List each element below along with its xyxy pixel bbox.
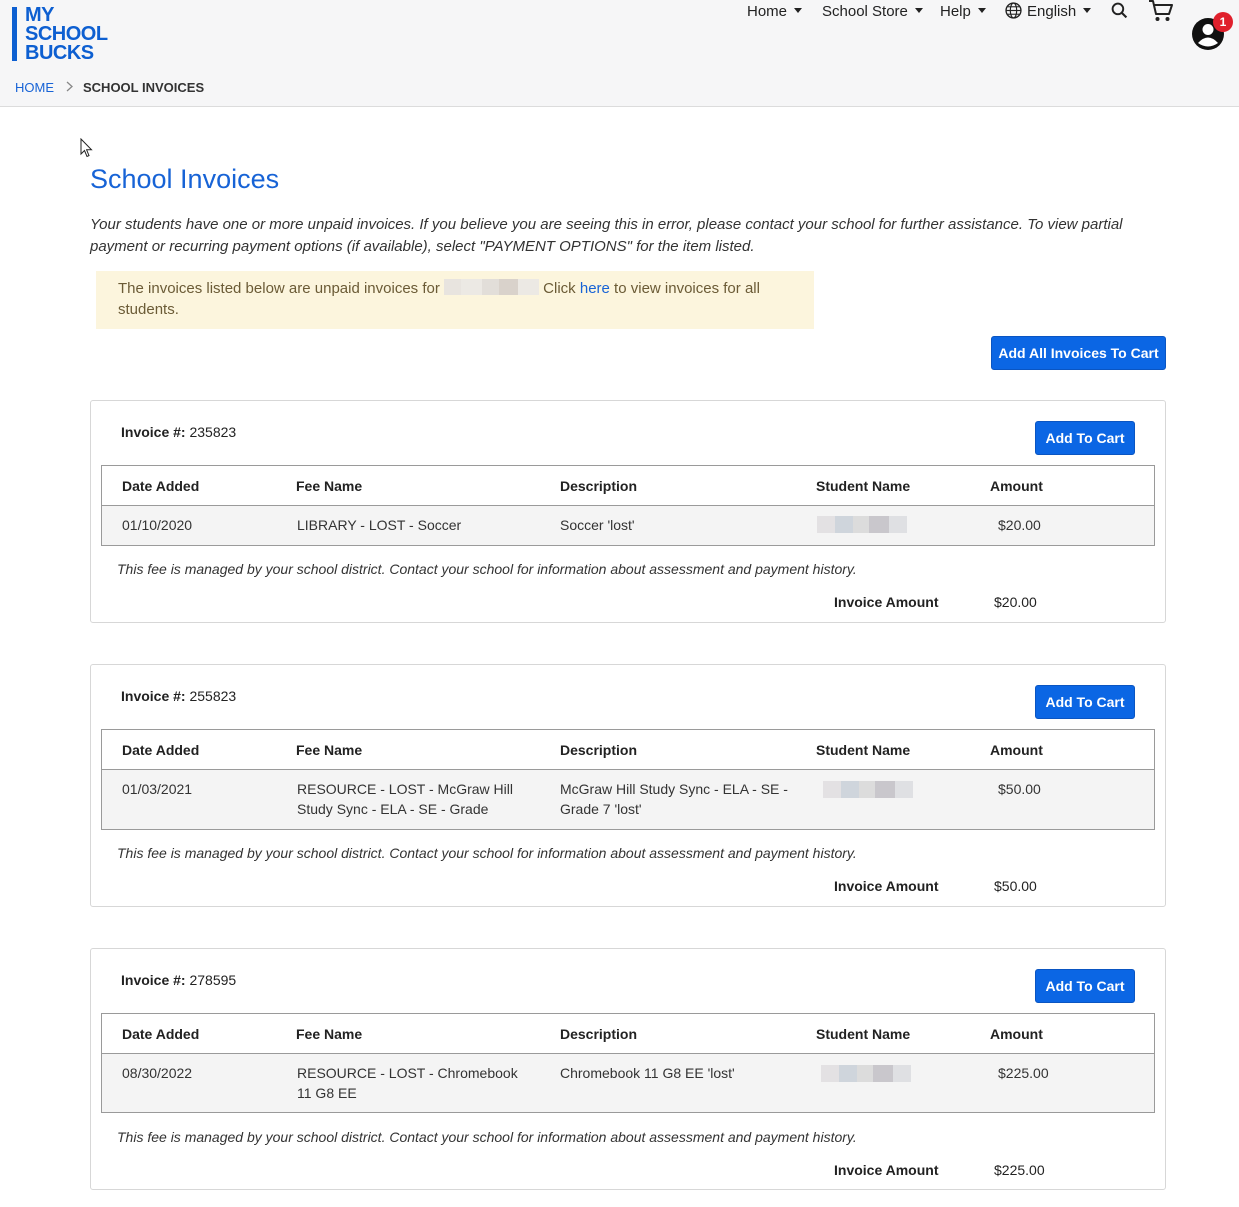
- nav-school-store[interactable]: School Store: [822, 0, 923, 26]
- column-amount: Amount: [990, 742, 1043, 758]
- chevron-down-icon: [1083, 8, 1092, 13]
- notification-badge: 1: [1213, 12, 1233, 32]
- invoice-amount-label: Invoice Amount: [834, 1162, 939, 1178]
- invoice-number: Invoice #: 255823: [121, 688, 236, 704]
- invoice-number-label: Invoice #:: [121, 972, 186, 988]
- notice-text: The invoices listed below are unpaid inv…: [118, 280, 440, 297]
- table-row: 08/30/2022 RESOURCE - LOST - Chromebook …: [102, 1054, 1154, 1112]
- district-fee-note: This fee is managed by your school distr…: [117, 845, 857, 861]
- invoice-amount-label: Invoice Amount: [834, 878, 939, 894]
- nav-help[interactable]: Help: [940, 0, 986, 26]
- breadcrumb: HOME SCHOOL INVOICES: [15, 80, 204, 95]
- redacted-student-name: [821, 1065, 911, 1082]
- view-all-students-link[interactable]: here: [580, 280, 610, 297]
- invoice-number-value: 255823: [189, 688, 237, 704]
- notice-middle-text: Click: [539, 280, 580, 297]
- table-row: 01/10/2020 LIBRARY - LOST - Soccer Socce…: [102, 506, 1154, 545]
- logo-bar: [12, 7, 17, 61]
- column-date-added: Date Added: [122, 742, 200, 758]
- invoice-number-value: 278595: [189, 972, 237, 988]
- column-fee-name: Fee Name: [296, 478, 363, 494]
- row-description: McGraw Hill Study Sync - ELA - SE - Grad…: [560, 781, 788, 817]
- add-all-invoices-button[interactable]: Add All Invoices To Cart: [991, 336, 1166, 370]
- invoice-card: Invoice #: 255823 Add To Cart Date Added…: [90, 664, 1166, 907]
- invoice-number: Invoice #: 278595: [121, 972, 236, 988]
- invoice-amount-value: $20.00: [994, 594, 1037, 610]
- invoice-amount-label: Invoice Amount: [834, 594, 939, 610]
- column-student-name: Student Name: [816, 1026, 911, 1042]
- row-fee-name: RESOURCE - LOST - Chromebook 11 G8 EE: [297, 1065, 518, 1101]
- chevron-down-icon: [794, 8, 803, 13]
- column-date-added: Date Added: [122, 478, 200, 494]
- invoice-table: Date Added Fee Name Description Student …: [101, 729, 1155, 830]
- chevron-down-icon: [977, 8, 986, 13]
- district-fee-note: This fee is managed by your school distr…: [117, 561, 857, 577]
- column-amount: Amount: [990, 478, 1043, 494]
- district-fee-note: This fee is managed by your school distr…: [117, 1129, 857, 1145]
- globe-icon: [1005, 2, 1022, 19]
- column-student-name: Student Name: [816, 478, 911, 494]
- row-amount: $20.00: [998, 517, 1041, 533]
- invoice-table: Date Added Fee Name Description Student …: [101, 465, 1155, 546]
- redacted-student-name: [817, 516, 907, 533]
- language-label: English: [1027, 3, 1077, 20]
- nav-school-store-label: School Store: [822, 3, 908, 20]
- invoice-table: Date Added Fee Name Description Student …: [101, 1013, 1155, 1113]
- table-header: Date Added Fee Name Description Student …: [102, 730, 1154, 770]
- cart-icon: [1149, 0, 1173, 21]
- row-amount: $50.00: [998, 781, 1041, 797]
- column-amount: Amount: [990, 1026, 1043, 1042]
- invoice-amount-value: $225.00: [994, 1162, 1045, 1178]
- breadcrumb-current: SCHOOL INVOICES: [83, 80, 205, 95]
- row-date-added: 01/10/2020: [122, 517, 193, 533]
- table-header: Date Added Fee Name Description Student …: [102, 1014, 1154, 1054]
- logo-text: MY SCHOOL BUCKS: [25, 4, 108, 64]
- invoice-card: Invoice #: 235823 Add To Cart Date Added…: [90, 400, 1166, 623]
- row-description: Chromebook 11 G8 EE 'lost': [560, 1065, 735, 1081]
- invoice-number-value: 235823: [189, 424, 237, 440]
- nav-home[interactable]: Home: [747, 0, 803, 26]
- column-description: Description: [560, 478, 638, 494]
- redacted-student-name: [444, 279, 540, 295]
- add-to-cart-button[interactable]: Add To Cart: [1035, 969, 1135, 1003]
- row-date-added: 08/30/2022: [122, 1065, 193, 1081]
- add-to-cart-button[interactable]: Add To Cart: [1035, 685, 1135, 719]
- column-description: Description: [560, 742, 638, 758]
- nav-help-label: Help: [940, 3, 971, 20]
- invoice-number-label: Invoice #:: [121, 424, 186, 440]
- row-amount: $225.00: [998, 1065, 1049, 1081]
- column-student-name: Student Name: [816, 742, 911, 758]
- row-date-added: 01/03/2021: [122, 781, 193, 797]
- intro-text: Your students have one or more unpaid in…: [90, 216, 1123, 255]
- nav-home-label: Home: [747, 3, 788, 20]
- page-title: School Invoices: [90, 164, 280, 194]
- row-fee-name: LIBRARY - LOST - Soccer: [297, 517, 462, 533]
- mouse-cursor-icon: [80, 138, 93, 158]
- search-button[interactable]: [1111, 2, 1128, 28]
- invoice-amount-value: $50.00: [994, 878, 1037, 894]
- account-button[interactable]: 1: [1191, 12, 1233, 51]
- invoice-number-label: Invoice #:: [121, 688, 186, 704]
- column-fee-name: Fee Name: [296, 1026, 363, 1042]
- invoice-card: Invoice #: 278595 Add To Cart Date Added…: [90, 948, 1166, 1190]
- table-header: Date Added Fee Name Description Student …: [102, 466, 1154, 506]
- column-date-added: Date Added: [122, 1026, 200, 1042]
- top-header: MY SCHOOL BUCKS Home School Store Help E…: [0, 0, 1239, 107]
- myschoolbucks-logo[interactable]: MY SCHOOL BUCKS: [12, 4, 122, 64]
- invoice-number: Invoice #: 235823: [121, 424, 236, 440]
- search-icon: [1111, 2, 1128, 19]
- column-fee-name: Fee Name: [296, 742, 363, 758]
- language-selector[interactable]: English: [1005, 0, 1092, 26]
- table-row: 01/03/2021 RESOURCE - LOST - McGraw Hill…: [102, 770, 1154, 829]
- chevron-right-icon: [66, 80, 73, 95]
- add-to-cart-button[interactable]: Add To Cart: [1035, 421, 1135, 455]
- row-fee-name: RESOURCE - LOST - McGraw Hill Study Sync…: [297, 781, 513, 817]
- cart-button[interactable]: [1148, 0, 1174, 25]
- student-filter-notice: The invoices listed below are unpaid inv…: [96, 271, 814, 329]
- row-description: Soccer 'lost': [560, 517, 635, 533]
- breadcrumb-home-link[interactable]: HOME: [15, 80, 54, 95]
- column-description: Description: [560, 1026, 638, 1042]
- redacted-student-name: [823, 781, 913, 798]
- chevron-down-icon: [914, 8, 923, 13]
